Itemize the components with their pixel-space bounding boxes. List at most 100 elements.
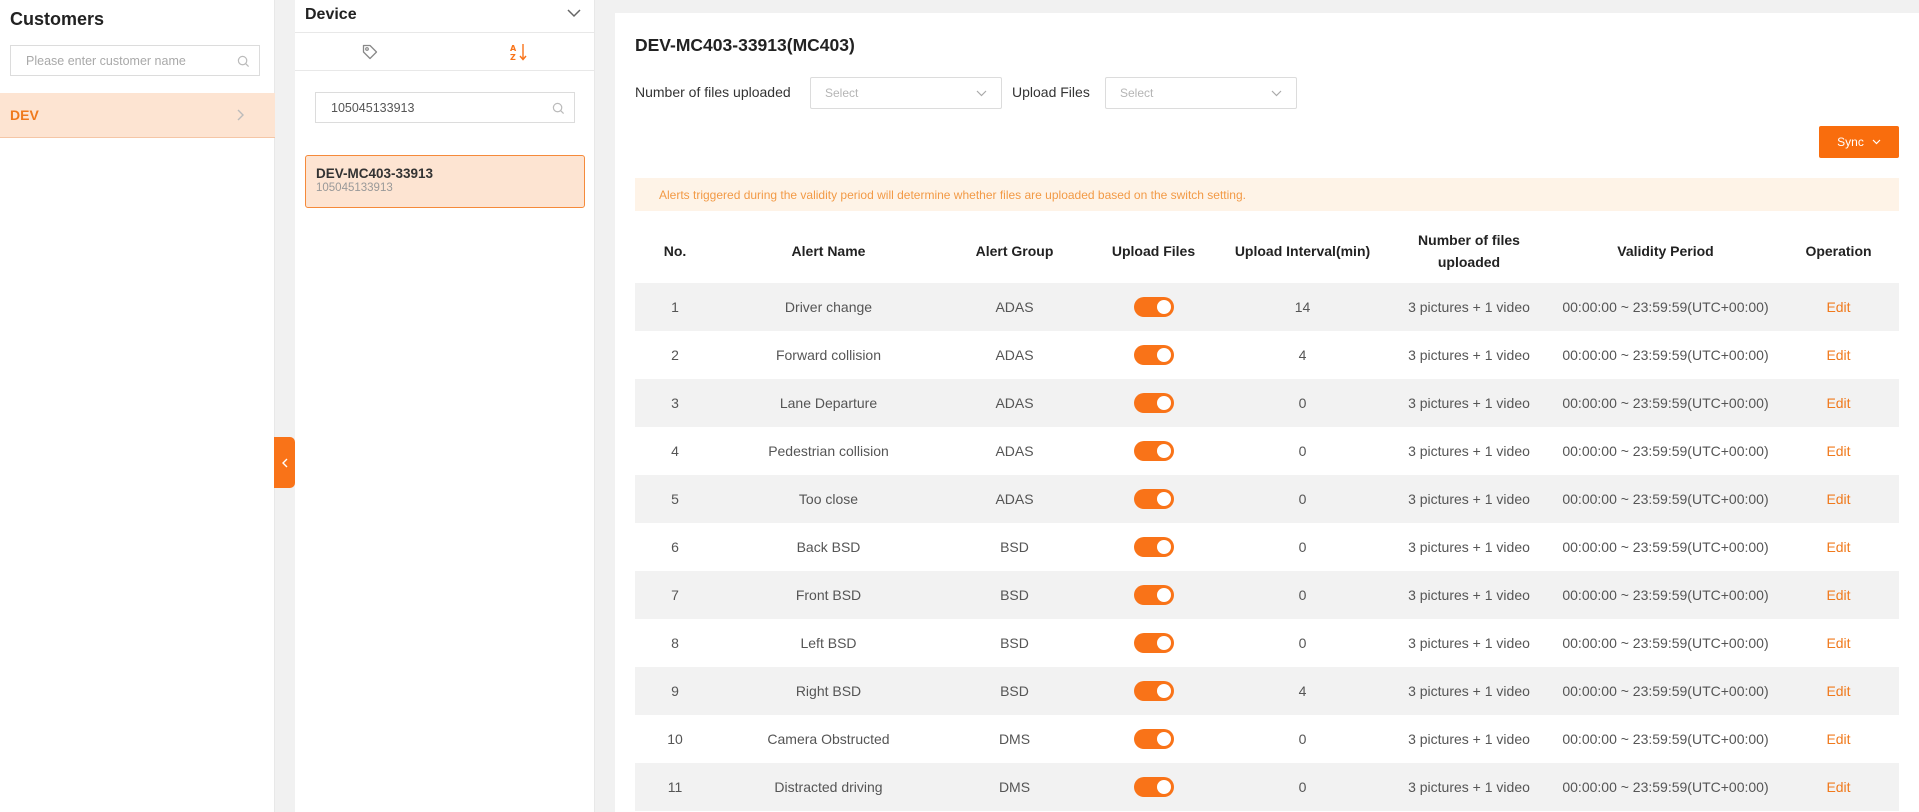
cell-alert-name: Distracted driving <box>715 763 942 811</box>
toggle-knob <box>1156 348 1171 362</box>
cell-no: 5 <box>635 475 715 523</box>
edit-link[interactable]: Edit <box>1826 299 1850 315</box>
cell-alert-name: Camera Obstructed <box>767 731 890 747</box>
collapse-panel-button[interactable] <box>274 437 295 488</box>
edit-link[interactable]: Edit <box>1826 635 1850 651</box>
files-uploaded-select[interactable]: Select <box>810 77 1002 109</box>
cell-upload-files <box>1087 571 1220 619</box>
device-header: Device <box>295 0 594 33</box>
cell-upload-files <box>1087 619 1220 667</box>
cell-files-count: 3 pictures + 1 video <box>1408 539 1530 555</box>
cell-operation: Edit <box>1778 331 1899 379</box>
customers-panel: Customers DEV <box>0 0 275 812</box>
cell-alert-group: DMS <box>942 763 1087 811</box>
cell-alert-group: ADAS <box>995 443 1034 459</box>
cell-upload-interval: 0 <box>1298 731 1307 747</box>
cell-files-count: 3 pictures + 1 video <box>1408 443 1530 459</box>
customer-item-dev[interactable]: DEV <box>0 93 275 138</box>
cell-no: 1 <box>635 283 715 331</box>
column-header-operation: Operation <box>1778 218 1899 283</box>
upload-files-toggle[interactable] <box>1133 681 1174 701</box>
edit-link[interactable]: Edit <box>1826 443 1850 459</box>
cell-upload-interval: 0 <box>1298 539 1307 555</box>
cell-upload-interval: 0 <box>1220 475 1385 523</box>
cell-upload-interval: 0 <box>1220 571 1385 619</box>
table-row: 9 Right BSD BSD 4 3 pictures + 1 video 00:00:… <box>635 667 1899 715</box>
cell-validity: 00:00:00 ~ 23:59:59(UTC+00:00) <box>1562 539 1769 555</box>
cell-upload-interval: 4 <box>1220 667 1385 715</box>
upload-files-toggle[interactable] <box>1133 441 1174 461</box>
device-card[interactable]: DEV-MC403-33913 105045133913 <box>305 155 585 208</box>
device-name: DEV-MC403-33913 <box>316 166 434 181</box>
column-header-alert-group: Alert Group <box>942 218 1087 283</box>
cell-upload-files <box>1087 763 1220 811</box>
cell-alert-group: ADAS <box>942 283 1087 331</box>
cell-alert-name: Left BSD <box>800 635 857 651</box>
cell-no: 7 <box>635 571 715 619</box>
edit-link[interactable]: Edit <box>1826 587 1850 603</box>
alerts-table: No. Alert Name Alert Group Upload Files … <box>635 218 1899 811</box>
cell-files-count: 3 pictures + 1 video <box>1385 763 1553 811</box>
tab-sort[interactable]: A Z <box>445 33 595 71</box>
table-header-row: No. Alert Name Alert Group Upload Files … <box>635 218 1899 283</box>
cell-validity: 00:00:00 ~ 23:59:59(UTC+00:00) <box>1553 571 1778 619</box>
cell-upload-interval: 0 <box>1220 379 1385 427</box>
cell-alert-name: Too close <box>715 475 942 523</box>
cell-validity: 00:00:00 ~ 23:59:59(UTC+00:00) <box>1553 475 1778 523</box>
upload-files-toggle[interactable] <box>1133 777 1174 797</box>
cell-files-count: 3 pictures + 1 video <box>1385 667 1553 715</box>
chevron-down-icon <box>1271 90 1282 96</box>
table-row: 8 Left BSD BSD 0 3 pictures + 1 video 00:00:0… <box>635 619 1899 667</box>
device-search-input[interactable] <box>316 93 574 122</box>
cell-operation: Edit <box>1778 667 1899 715</box>
cell-alert-group: BSD <box>1000 539 1029 555</box>
search-icon[interactable] <box>552 102 565 115</box>
toggle-knob <box>1156 540 1171 554</box>
edit-link[interactable]: Edit <box>1826 347 1850 363</box>
table-row: 7 Front BSD BSD 0 3 pictures + 1 video 00:00:… <box>635 571 1899 619</box>
chevron-down-icon[interactable] <box>566 7 582 19</box>
cell-files-count: 3 pictures + 1 video <box>1385 283 1553 331</box>
upload-files-select[interactable]: Select <box>1105 77 1297 109</box>
files-uploaded-filter-label: Number of files uploaded <box>635 84 791 100</box>
cell-files-count: 3 pictures + 1 video <box>1408 731 1530 747</box>
cell-no: 6 <box>671 539 679 555</box>
chevron-right-icon <box>237 109 244 121</box>
upload-files-toggle[interactable] <box>1133 537 1174 557</box>
cell-no: 2 <box>671 347 679 363</box>
sync-button-label: Sync <box>1837 135 1864 149</box>
upload-files-toggle[interactable] <box>1133 729 1174 749</box>
alerts-table-body: 1 Driver change ADAS 14 3 pictures + 1 video… <box>635 283 1899 811</box>
edit-link[interactable]: Edit <box>1826 731 1850 747</box>
customer-search-input[interactable] <box>11 46 259 75</box>
cell-files-count: 3 pictures + 1 video <box>1408 347 1530 363</box>
upload-files-toggle[interactable] <box>1133 489 1174 509</box>
toggle-knob <box>1156 732 1171 746</box>
cell-files-count: 3 pictures + 1 video <box>1385 379 1553 427</box>
tab-tag[interactable] <box>295 33 445 71</box>
edit-link[interactable]: Edit <box>1826 395 1850 411</box>
upload-files-toggle[interactable] <box>1133 633 1174 653</box>
edit-link[interactable]: Edit <box>1826 779 1850 795</box>
table-row: 11 Distracted driving DMS 0 3 pictures + 1 v… <box>635 763 1899 811</box>
edit-link[interactable]: Edit <box>1826 491 1850 507</box>
edit-link[interactable]: Edit <box>1826 539 1850 555</box>
upload-files-toggle[interactable] <box>1133 297 1174 317</box>
cell-operation: Edit <box>1778 763 1899 811</box>
cell-upload-files <box>1087 475 1220 523</box>
toggle-knob <box>1156 636 1171 650</box>
cell-alert-group: ADAS <box>942 379 1087 427</box>
search-icon[interactable] <box>237 55 250 68</box>
edit-link[interactable]: Edit <box>1826 683 1850 699</box>
upload-files-toggle[interactable] <box>1133 345 1174 365</box>
upload-files-toggle[interactable] <box>1133 585 1174 605</box>
cell-upload-files <box>1087 331 1220 379</box>
upload-files-toggle[interactable] <box>1133 393 1174 413</box>
cell-files-count: 3 pictures + 1 video <box>1385 475 1553 523</box>
toggle-knob <box>1156 780 1171 794</box>
cell-alert-group: BSD <box>1000 635 1029 651</box>
sync-button[interactable]: Sync <box>1819 126 1899 158</box>
customers-title: Customers <box>10 9 105 29</box>
table-row: 4 Pedestrian collision ADAS 0 3 pictures + 1… <box>635 427 1899 475</box>
device-panel: Device A Z DEV-MC403-33913 1 <box>295 0 595 812</box>
